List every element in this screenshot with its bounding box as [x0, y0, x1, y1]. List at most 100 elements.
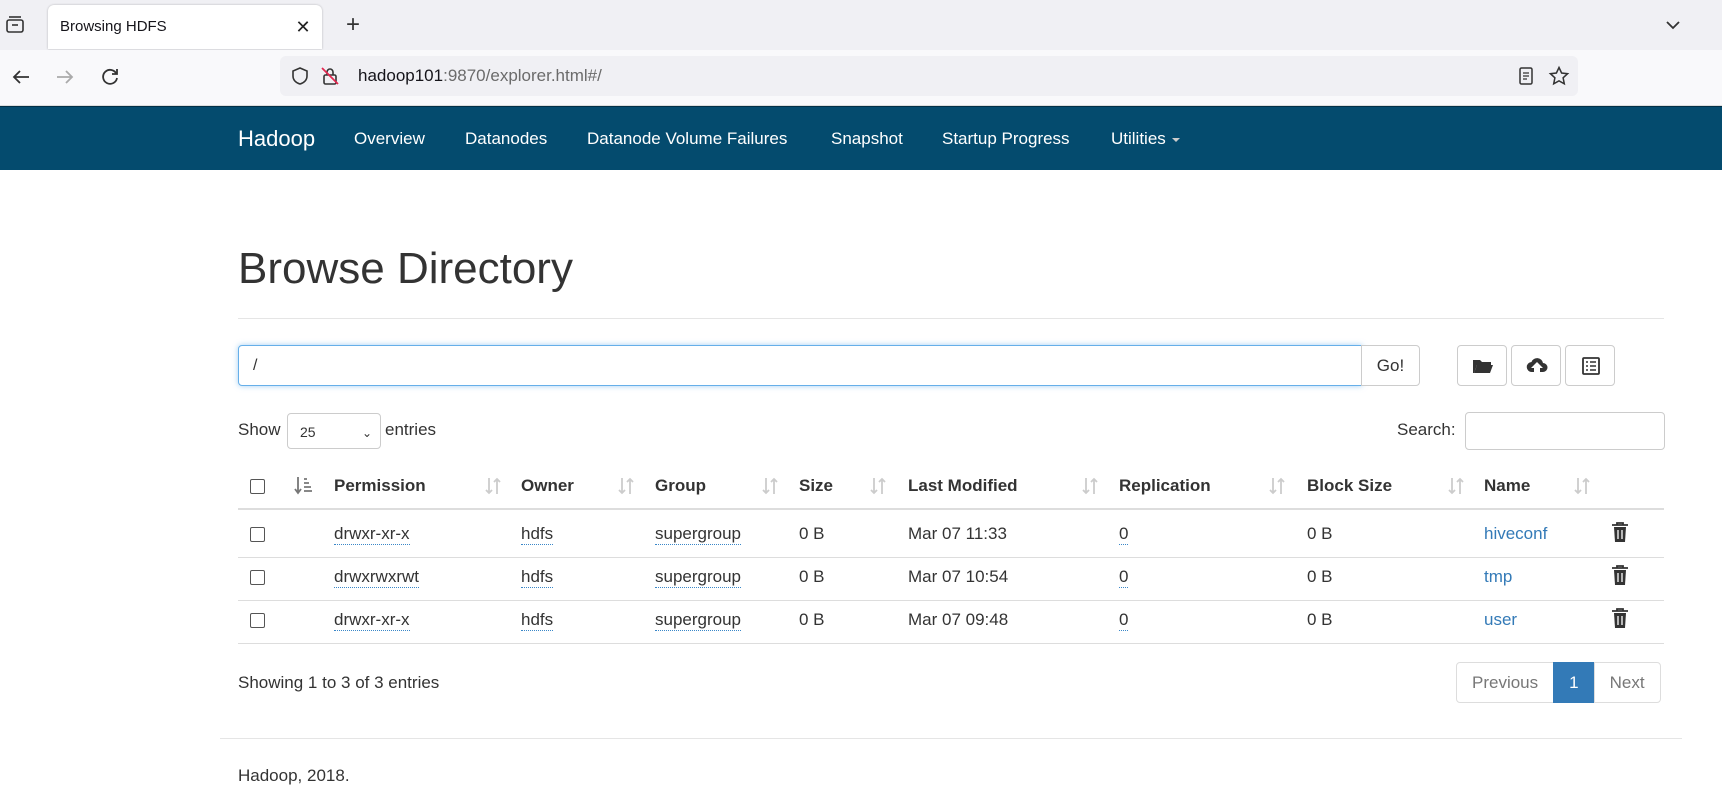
- new-tab-icon[interactable]: +: [342, 13, 364, 37]
- modified-cell: Mar 07 10:54: [908, 567, 1009, 586]
- permission-cell[interactable]: drwxr-xr-x: [334, 524, 410, 545]
- name-link[interactable]: user: [1484, 610, 1517, 630]
- column-name[interactable]: Name: [1484, 476, 1530, 496]
- brand-link[interactable]: Hadoop: [238, 126, 315, 152]
- create-directory-button[interactable]: [1457, 345, 1507, 386]
- list-alt-icon: [1582, 357, 1600, 375]
- page-title: Browse Directory: [238, 244, 573, 293]
- chevron-down-icon[interactable]: [1664, 16, 1684, 36]
- reload-icon[interactable]: [99, 66, 123, 90]
- name-link[interactable]: hiveconf: [1484, 524, 1547, 544]
- address-bar[interactable]: hadoop101:9870/explorer.html#/: [280, 56, 1578, 96]
- insecure-lock-icon[interactable]: [320, 66, 340, 86]
- trash-icon[interactable]: [1610, 521, 1630, 543]
- search-label: Search:: [1397, 420, 1456, 439]
- block-size-cell: 0 B: [1307, 567, 1333, 586]
- show-label: Show: [238, 420, 281, 439]
- sort-icon[interactable]: [617, 476, 635, 496]
- group-cell[interactable]: supergroup: [655, 610, 742, 631]
- nav-utilities[interactable]: Utilities: [1111, 129, 1180, 149]
- go-button[interactable]: Go!: [1361, 345, 1420, 386]
- folder-open-icon: [1473, 360, 1493, 373]
- forward-icon[interactable]: [54, 66, 78, 90]
- size-cell: 0 B: [799, 567, 825, 586]
- column-block-size[interactable]: Block Size: [1307, 476, 1392, 496]
- url-host: hadoop101: [358, 66, 444, 85]
- sort-icon[interactable]: [1573, 476, 1591, 496]
- nav-utilities-label: Utilities: [1111, 129, 1166, 148]
- browser-nav-bar: hadoop101:9870/explorer.html#/: [0, 50, 1722, 106]
- row-checkbox[interactable]: [250, 613, 265, 628]
- column-last-modified[interactable]: Last Modified: [908, 476, 1018, 496]
- entries-select-value: 25: [300, 424, 316, 440]
- column-replication[interactable]: Replication: [1119, 476, 1211, 496]
- replication-cell[interactable]: 0: [1119, 524, 1129, 545]
- url-path: :9870/explorer.html#/: [443, 66, 602, 85]
- close-icon[interactable]: ✕: [294, 18, 312, 36]
- replication-cell[interactable]: 0: [1119, 610, 1129, 631]
- sort-ascending-icon[interactable]: [294, 476, 312, 496]
- entries-label: entries: [385, 420, 437, 439]
- group-cell[interactable]: supergroup: [655, 524, 742, 545]
- name-link[interactable]: tmp: [1484, 567, 1512, 587]
- select-all-checkbox[interactable]: [250, 479, 265, 494]
- nav-overview[interactable]: Overview: [354, 129, 425, 149]
- trash-icon[interactable]: [1610, 564, 1630, 586]
- sort-icon[interactable]: [1268, 476, 1286, 496]
- block-size-cell: 0 B: [1307, 610, 1333, 629]
- url-text[interactable]: hadoop101:9870/explorer.html#/: [358, 66, 602, 86]
- upload-button[interactable]: [1511, 345, 1561, 386]
- column-size[interactable]: Size: [799, 476, 833, 496]
- nav-datanode-volume-failures[interactable]: Datanode Volume Failures: [587, 129, 787, 149]
- page-1-button[interactable]: 1: [1553, 662, 1595, 703]
- replication-cell[interactable]: 0: [1119, 567, 1129, 588]
- size-cell: 0 B: [799, 524, 825, 543]
- footer-text: Hadoop, 2018.: [238, 766, 350, 785]
- divider: [238, 318, 1664, 319]
- sort-icon[interactable]: [869, 476, 887, 496]
- shield-icon[interactable]: [290, 66, 310, 86]
- chevron-down-icon: ⌄: [361, 426, 372, 440]
- previous-page-button[interactable]: Previous: [1456, 662, 1555, 703]
- bookmark-star-icon[interactable]: [1548, 65, 1570, 87]
- block-size-cell: 0 B: [1307, 524, 1333, 543]
- column-permission[interactable]: Permission: [334, 476, 426, 496]
- directory-path-input[interactable]: [238, 345, 1362, 386]
- cut-paste-button[interactable]: [1565, 345, 1615, 386]
- table-row: drwxrwxrwt hdfs supergroup 0 B Mar 07 10…: [238, 554, 1664, 601]
- browser-tab-bar: Browsing HDFS ✕ +: [0, 0, 1722, 50]
- sort-icon[interactable]: [1081, 476, 1099, 496]
- modified-cell: Mar 07 11:33: [908, 524, 1007, 543]
- next-page-button[interactable]: Next: [1593, 662, 1661, 703]
- modified-cell: Mar 07 09:48: [908, 610, 1009, 629]
- owner-cell[interactable]: hdfs: [521, 524, 554, 545]
- owner-cell[interactable]: hdfs: [521, 610, 554, 631]
- pagination: Previous 1 Next: [1456, 662, 1661, 703]
- nav-startup-progress[interactable]: Startup Progress: [942, 129, 1070, 149]
- row-checkbox[interactable]: [250, 570, 265, 585]
- browser-tab-active[interactable]: Browsing HDFS ✕: [48, 5, 322, 49]
- permission-cell[interactable]: drwxr-xr-x: [334, 610, 410, 631]
- tab-list-icon[interactable]: [4, 14, 28, 38]
- hadoop-navbar: Hadoop Overview Datanodes Datanode Volum…: [0, 106, 1722, 170]
- sort-icon[interactable]: [761, 476, 779, 496]
- column-group[interactable]: Group: [655, 476, 706, 496]
- column-owner[interactable]: Owner: [521, 476, 574, 496]
- search-input[interactable]: [1465, 412, 1665, 450]
- entries-per-page-select[interactable]: 25 ⌄: [287, 413, 381, 449]
- footer-divider: [220, 738, 1682, 739]
- group-cell[interactable]: supergroup: [655, 567, 742, 588]
- nav-datanodes[interactable]: Datanodes: [465, 129, 547, 149]
- reader-view-icon[interactable]: [1516, 66, 1536, 86]
- sort-icon[interactable]: [484, 476, 502, 496]
- nav-snapshot[interactable]: Snapshot: [831, 129, 903, 149]
- permission-cell[interactable]: drwxrwxrwt: [334, 567, 419, 588]
- owner-cell[interactable]: hdfs: [521, 567, 554, 588]
- tab-title: Browsing HDFS: [60, 18, 167, 35]
- sort-icon[interactable]: [1447, 476, 1465, 496]
- trash-icon[interactable]: [1610, 607, 1630, 629]
- pagination-info: Showing 1 to 3 of 3 entries: [238, 673, 440, 692]
- row-checkbox[interactable]: [250, 527, 265, 542]
- size-cell: 0 B: [799, 610, 825, 629]
- back-icon[interactable]: [10, 66, 34, 90]
